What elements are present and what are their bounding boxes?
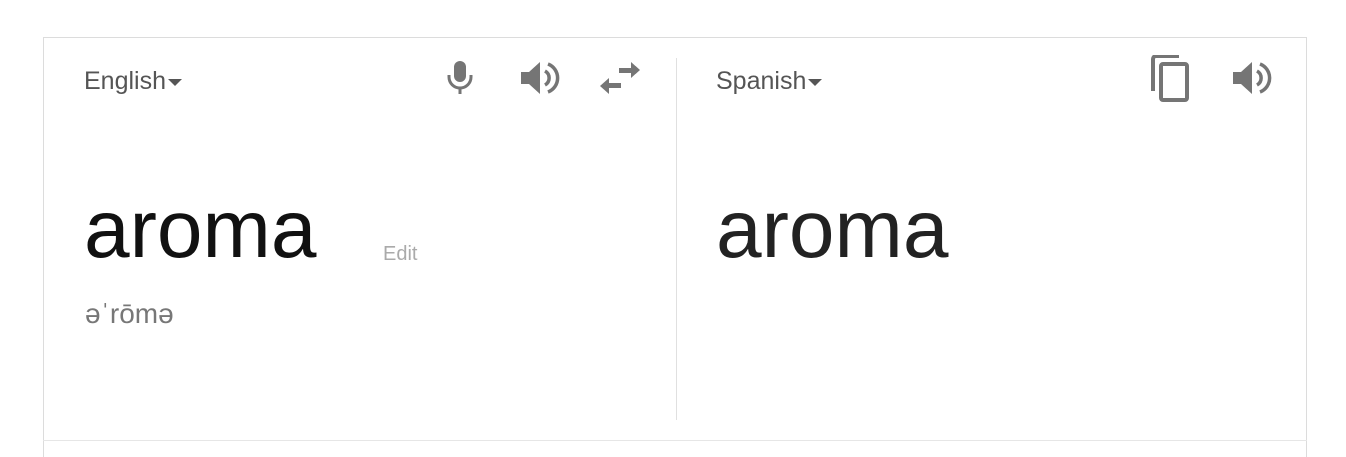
translated-text: aroma [716,184,949,275]
panel-divider [676,58,677,420]
source-language-select[interactable]: English [84,66,182,96]
dropdown-caret-icon [168,78,182,86]
phonetic-transcription: əˈrōmə [85,298,174,329]
source-speaker-icon[interactable] [519,58,561,98]
source-text[interactable]: aroma [84,180,316,280]
swap-languages-icon[interactable] [599,62,641,94]
edit-link[interactable]: Edit [383,243,417,266]
target-language-select[interactable]: Spanish [716,66,823,96]
target-speaker-icon[interactable] [1231,58,1273,98]
dropdown-caret-icon [808,78,823,86]
source-language-label: English [84,67,166,95]
card-bottom-divider [43,440,1307,441]
copy-icon[interactable] [1149,55,1195,103]
microphone-icon[interactable] [446,60,474,96]
target-language-label: Spanish [716,67,807,95]
